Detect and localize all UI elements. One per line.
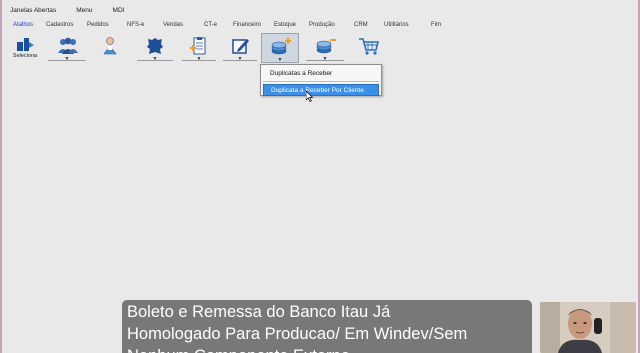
- menubar: Janelas Abertas Menu MDI: [4, 3, 138, 17]
- contas-a-pagar-button[interactable]: ▼: [306, 33, 344, 63]
- edit-icon: [230, 36, 250, 56]
- menu-mdi[interactable]: MDI: [113, 7, 125, 14]
- dropdown-arrow-icon: ▼: [64, 56, 70, 62]
- dropdown-arrow-icon: ▼: [277, 57, 283, 63]
- tab-financeiro[interactable]: Financeiro: [233, 22, 261, 28]
- exit-icon: [15, 36, 35, 56]
- leather-icon: [145, 36, 165, 56]
- dropdown-arrow-icon: ▼: [237, 56, 243, 62]
- tab-utilitarios[interactable]: Utilitários: [384, 22, 409, 28]
- dropdown-arrow-icon: ▼: [196, 56, 202, 62]
- clipboard-icon: [189, 36, 209, 56]
- presenter-image: [540, 302, 636, 353]
- menu-item-duplicata-por-cliente[interactable]: Duplicata a Receber Por Cliente: [263, 84, 379, 96]
- clientes-button[interactable]: ▼: [48, 33, 86, 63]
- funcionario-button[interactable]: [98, 33, 122, 63]
- dropdown-arrow-icon: ▼: [322, 56, 328, 62]
- tab-producao[interactable]: Produção: [309, 22, 335, 28]
- pedidos-button[interactable]: ▼: [182, 33, 216, 63]
- menu-janelas-abertas[interactable]: Janelas Abertas: [10, 7, 56, 14]
- tab-nfse[interactable]: NFS-e: [127, 22, 144, 28]
- toolbar: Seleciona ▼ ▼ ▼ ▼ ▼ ▼: [4, 33, 640, 65]
- menu-divider: [263, 81, 379, 82]
- tab-crm[interactable]: CRM: [354, 22, 368, 28]
- produtos-button[interactable]: ▼: [137, 33, 173, 63]
- webcam-overlay: [540, 302, 636, 353]
- seleciona-button[interactable]: Seleciona: [12, 33, 38, 63]
- caption-line-2: Homologado Para Producao/ Em Windev/Sem: [127, 325, 468, 343]
- tab-cadastros[interactable]: Cadastros: [46, 22, 73, 28]
- dropdown-menu: Duplicatas a Receber Duplicata a Receber…: [260, 64, 382, 96]
- tab-atalhos[interactable]: Atalhos: [13, 22, 33, 28]
- app-window: Janelas Abertas Menu MDI Atalhos Cadastr…: [0, 0, 640, 353]
- tab-vendas[interactable]: Vendas: [163, 22, 183, 28]
- cart-icon: [358, 36, 380, 56]
- users-icon: [57, 36, 78, 56]
- caption-line-3: Nenhum Componente Externo: [127, 345, 527, 353]
- menu-item-duplicatas-a-receber[interactable]: Duplicatas a Receber: [261, 67, 381, 79]
- coins-minus-icon: [315, 36, 336, 56]
- vendas-button[interactable]: [354, 33, 382, 63]
- caption-line-1: Boleto e Remessa do Banco Itau Já: [127, 303, 391, 321]
- ribbon-tabs: Atalhos Cadastros Pedidos NFS-e Vendas C…: [4, 18, 640, 32]
- mouse-cursor-icon: [306, 91, 314, 102]
- notas-button[interactable]: ▼: [223, 33, 257, 63]
- tab-pedidos[interactable]: Pedidos: [87, 22, 109, 28]
- tab-estoque[interactable]: Estoque: [274, 22, 296, 28]
- dropdown-arrow-icon: ▼: [152, 56, 158, 62]
- coins-plus-icon: [270, 37, 291, 57]
- menu-menu[interactable]: Menu: [76, 7, 92, 14]
- contas-a-receber-button[interactable]: ▼: [261, 33, 299, 63]
- tab-fim[interactable]: Fim: [431, 22, 441, 28]
- tab-cte[interactable]: CT-e: [204, 22, 217, 28]
- person-icon: [100, 36, 120, 56]
- video-caption: Boleto e Remessa do Banco Itau Já Homolo…: [122, 300, 532, 353]
